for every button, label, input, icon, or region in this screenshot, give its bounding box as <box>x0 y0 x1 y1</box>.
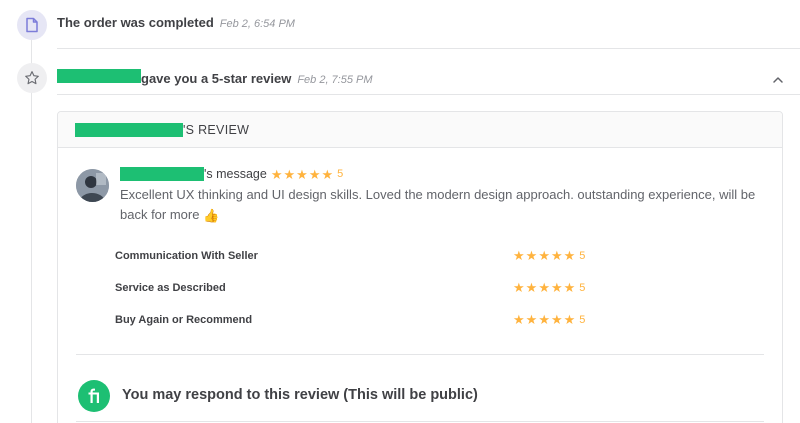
divider <box>57 94 800 95</box>
redacted-username <box>57 69 141 83</box>
star-filled-icon: ★ <box>563 312 576 327</box>
star-filled-icon: ★ <box>513 280 525 295</box>
star-filled-icon: ★ <box>563 248 576 263</box>
rating-value: 5 <box>579 281 586 294</box>
star-filled-icon: ★ <box>538 248 550 263</box>
event-order-completed: The order was completed Feb 2, 6:54 PM <box>57 15 295 30</box>
message-label: 's message <box>204 167 267 181</box>
thumbs-up-icon: 👍 <box>203 208 220 223</box>
star-filled-icon: ★ <box>270 166 283 182</box>
star-outline-icon <box>17 63 47 93</box>
star-filled-icon: ★ <box>296 166 308 182</box>
rating-label: Buy Again or Recommend <box>115 313 253 326</box>
star-filled-icon: ★ <box>525 248 538 263</box>
rating-stars: ★ ★ ★ ★ ★ 5 <box>513 249 595 262</box>
divider <box>57 48 800 49</box>
star-filled-icon: ★ <box>308 166 321 182</box>
rating-stars: ★ ★ ★ ★ ★ 5 <box>513 281 595 294</box>
rating-row-recommend: Buy Again or Recommend ★ ★ ★ ★ ★ 5 <box>115 313 595 326</box>
rating-value: 5 <box>579 313 586 326</box>
review-card-header: 'S REVIEW <box>58 112 782 148</box>
star-filled-icon: ★ <box>538 280 550 295</box>
rating-value: 5 <box>579 249 586 262</box>
star-filled-icon: ★ <box>513 248 525 263</box>
rating-row-service: Service as Described ★ ★ ★ ★ ★ 5 <box>115 281 595 294</box>
review-message-header: 's message ★ ★ ★ ★ ★ 5 <box>120 167 343 181</box>
timeline-line <box>31 40 32 423</box>
overall-rating-value: 5 <box>337 168 344 180</box>
document-icon <box>17 10 47 40</box>
chevron-up-icon[interactable] <box>770 72 786 88</box>
respond-to-review-prompt[interactable]: You may respond to this review (This wil… <box>122 387 478 403</box>
divider <box>76 421 764 422</box>
review-card: 'S REVIEW 's message ★ ★ ★ ★ ★ 5 Excellent U… <box>57 111 783 423</box>
rating-label: Service as Described <box>115 281 226 294</box>
star-filled-icon: ★ <box>563 280 576 295</box>
star-filled-icon: ★ <box>550 312 563 327</box>
star-filled-icon: ★ <box>513 312 525 327</box>
event-timestamp: Feb 2, 6:54 PM <box>219 18 295 30</box>
event-text: The order was completed <box>57 15 214 30</box>
star-filled-icon: ★ <box>550 248 563 263</box>
avatar <box>76 169 109 202</box>
divider <box>76 354 764 355</box>
redacted-username <box>75 122 183 137</box>
rating-label: Communication With Seller <box>115 249 258 262</box>
event-review-received: gave you a 5-star review Feb 2, 7:55 PM <box>57 69 373 86</box>
star-filled-icon: ★ <box>525 280 538 295</box>
event-text: gave you a 5-star review <box>141 71 292 86</box>
overall-rating-stars: ★ ★ ★ ★ ★ 5 <box>271 168 343 181</box>
star-filled-icon: ★ <box>550 280 563 295</box>
review-message-text: Excellent UX thinking and UI design skil… <box>120 185 760 226</box>
fiverr-logo-icon <box>78 380 110 412</box>
star-filled-icon: ★ <box>283 166 296 182</box>
star-filled-icon: ★ <box>525 312 538 327</box>
star-filled-icon: ★ <box>538 312 550 327</box>
star-filled-icon: ★ <box>321 166 334 182</box>
redacted-username <box>120 167 204 181</box>
rating-stars: ★ ★ ★ ★ ★ 5 <box>513 313 595 326</box>
review-card-title: 'S REVIEW <box>183 122 250 137</box>
event-timestamp: Feb 2, 7:55 PM <box>297 74 373 86</box>
rating-row-communication: Communication With Seller ★ ★ ★ ★ ★ 5 <box>115 249 595 262</box>
